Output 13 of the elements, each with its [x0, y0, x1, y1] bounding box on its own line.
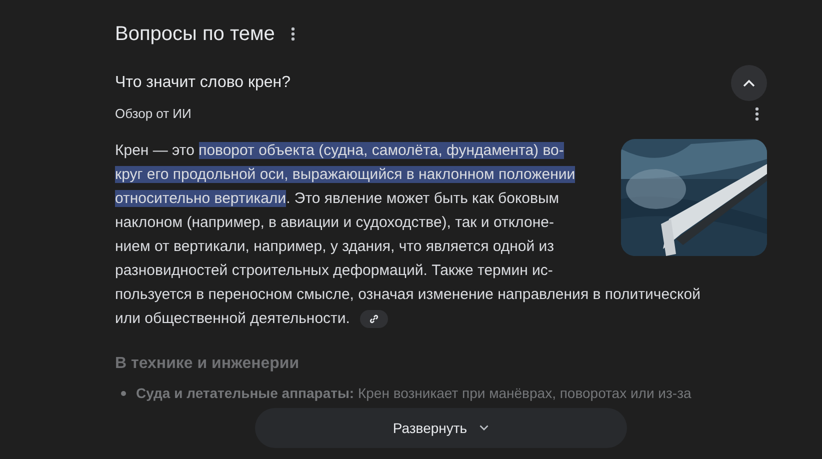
chevron-icon	[479, 425, 490, 431]
overview-label: Обзор от ИИ	[115, 105, 192, 123]
chevron-icon	[743, 79, 755, 87]
subsection-title: В технике и инженерии	[115, 354, 300, 374]
more-icon[interactable]	[290, 27, 295, 41]
question-text: Что значит слово крен?	[115, 73, 291, 93]
link-icon	[368, 314, 379, 324]
more-icon[interactable]	[755, 107, 759, 121]
bullet-text: Суда и летательные аппараты: Крен возникает при манёврах, поворотах или из-за	[136, 384, 692, 403]
bullet-icon	[121, 391, 126, 396]
section-title: Вопросы по теме	[115, 22, 275, 47]
link-icon-button[interactable]	[360, 310, 388, 328]
expand-button[interactable]: Развернуть	[255, 408, 627, 448]
